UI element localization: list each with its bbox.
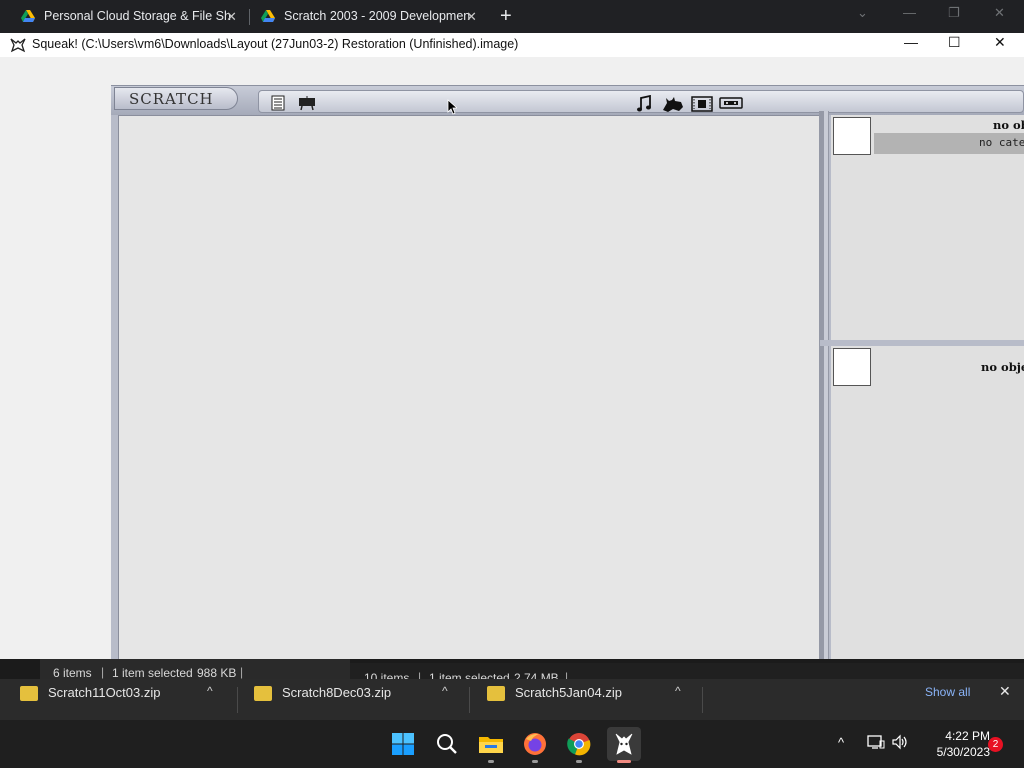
running-indicator bbox=[532, 760, 538, 763]
browser-minimize-icon[interactable]: — bbox=[903, 5, 916, 20]
squeak-titlebar: Squeak! (C:\Users\vm6\Downloads\Layout (… bbox=[0, 33, 1024, 57]
music-note-icon[interactable] bbox=[632, 93, 656, 113]
windows-start-icon[interactable] bbox=[389, 730, 417, 758]
mouse-cursor-icon bbox=[447, 99, 457, 115]
tab-close-icon[interactable]: ✕ bbox=[466, 4, 477, 29]
running-indicator bbox=[576, 760, 582, 763]
no-object-label: no ob bbox=[993, 118, 1024, 132]
volume-icon[interactable] bbox=[891, 734, 909, 750]
tab-search-icon[interactable]: ⌄ bbox=[857, 5, 868, 21]
maximize-button[interactable]: ☐ bbox=[948, 34, 961, 51]
clock-time: 4:22 PM bbox=[945, 729, 990, 743]
stage-icon[interactable] bbox=[295, 93, 319, 113]
selection-status: 1 item selected bbox=[112, 666, 193, 680]
squeak-taskbar-button[interactable] bbox=[607, 727, 641, 761]
download-separator bbox=[702, 687, 703, 713]
clock-date: 5/30/2023 bbox=[936, 745, 990, 759]
tab-title: Scratch 2003 - 2009 Developmen bbox=[284, 9, 471, 23]
network-icon[interactable] bbox=[867, 734, 885, 750]
scratch-window: SCRATCH no o no cate no obje bbox=[111, 85, 1024, 659]
browser-tabstrip: Personal Cloud Storage & File Sh ✕ Scrat… bbox=[0, 0, 1024, 33]
minimize-button[interactable]: — bbox=[904, 34, 918, 50]
object-thumbnail[interactable] bbox=[833, 348, 871, 386]
cat-sprite-icon[interactable] bbox=[661, 93, 685, 113]
download-filename: Scratch8Dec03.zip bbox=[282, 685, 392, 700]
active-indicator bbox=[617, 760, 631, 763]
download-item[interactable]: Scratch5Jan04.zip ^ bbox=[487, 684, 697, 712]
firefox-icon[interactable] bbox=[521, 730, 549, 758]
pane-divider-highlight bbox=[824, 111, 828, 659]
status-separator: | bbox=[240, 665, 244, 679]
google-drive-icon bbox=[261, 10, 275, 22]
google-drive-icon bbox=[21, 10, 35, 22]
scratch-logo: SCRATCH bbox=[114, 87, 238, 110]
tab-close-icon[interactable]: ✕ bbox=[226, 4, 237, 29]
cassette-icon[interactable] bbox=[719, 93, 743, 113]
no-category-label: no categ bbox=[979, 136, 1024, 149]
paint-icon[interactable] bbox=[266, 93, 290, 113]
chevron-up-icon[interactable]: ^ bbox=[675, 684, 681, 698]
close-button[interactable]: ✕ bbox=[994, 34, 1006, 51]
system-clock[interactable]: 4:22 PM 5/30/2023 bbox=[920, 728, 990, 760]
object-thumbnail[interactable] bbox=[833, 117, 871, 155]
zip-file-icon bbox=[20, 686, 38, 701]
browser-close-icon[interactable]: ✕ bbox=[994, 5, 1005, 21]
category-bar[interactable]: no categ bbox=[874, 133, 1024, 154]
download-filename: Scratch11Oct03.zip bbox=[48, 685, 161, 700]
squeak-world: SCRATCH no o no cate no obje bbox=[0, 57, 1024, 659]
windows-taskbar: ^ 4:22 PM 5/30/2023 2 bbox=[0, 720, 1024, 768]
squeak-icon bbox=[615, 733, 633, 755]
zip-file-icon bbox=[254, 686, 272, 701]
browser-restore-icon[interactable]: ❐ bbox=[948, 5, 960, 21]
scratch-toolbar bbox=[258, 90, 1024, 113]
download-item[interactable]: Scratch11Oct03.zip ^ bbox=[20, 684, 230, 712]
object-panel-top: no ob no categ bbox=[831, 115, 1024, 340]
download-item[interactable]: Scratch8Dec03.zip ^ bbox=[254, 684, 464, 712]
item-count: 6 items bbox=[53, 666, 92, 680]
running-indicator bbox=[488, 760, 494, 763]
chrome-icon[interactable] bbox=[565, 730, 593, 758]
squeak-logo-icon bbox=[10, 38, 26, 53]
tab-title: Personal Cloud Storage & File Sh bbox=[44, 9, 231, 23]
show-all-link[interactable]: Show all bbox=[925, 685, 970, 699]
chevron-up-icon[interactable]: ^ bbox=[442, 684, 448, 698]
selection-size: 988 KB bbox=[197, 666, 237, 680]
new-tab-button[interactable]: + bbox=[500, 4, 512, 28]
search-icon[interactable] bbox=[433, 730, 461, 758]
download-separator bbox=[237, 687, 238, 713]
file-explorer-icon[interactable] bbox=[477, 730, 505, 758]
scratch-top-bar: SCRATCH bbox=[111, 85, 1024, 115]
close-downloads-icon[interactable]: ✕ bbox=[999, 683, 1011, 700]
scratch-logo-text: SCRATCH bbox=[129, 90, 214, 108]
tray-chevron-icon[interactable]: ^ bbox=[838, 735, 844, 750]
object-panel-bottom: no obje bbox=[831, 346, 1024, 659]
download-filename: Scratch5Jan04.zip bbox=[515, 685, 622, 700]
download-shelf: Scratch11Oct03.zip ^ Scratch8Dec03.zip ^… bbox=[0, 679, 1024, 720]
tab-cloud-storage[interactable]: Personal Cloud Storage & File Sh ✕ bbox=[0, 4, 249, 29]
chevron-up-icon[interactable]: ^ bbox=[207, 684, 213, 698]
zip-file-icon bbox=[487, 686, 505, 701]
window-title: Squeak! (C:\Users\vm6\Downloads\Layout (… bbox=[32, 37, 519, 51]
status-separator: | bbox=[101, 665, 105, 679]
scratch-stage[interactable] bbox=[118, 115, 819, 659]
tab-scratch-development[interactable]: Scratch 2003 - 2009 Developmen ✕ bbox=[240, 4, 490, 29]
film-icon[interactable] bbox=[690, 93, 714, 113]
notification-badge[interactable]: 2 bbox=[988, 737, 1003, 752]
download-separator bbox=[469, 687, 470, 713]
no-object-label: no obje bbox=[981, 360, 1024, 374]
